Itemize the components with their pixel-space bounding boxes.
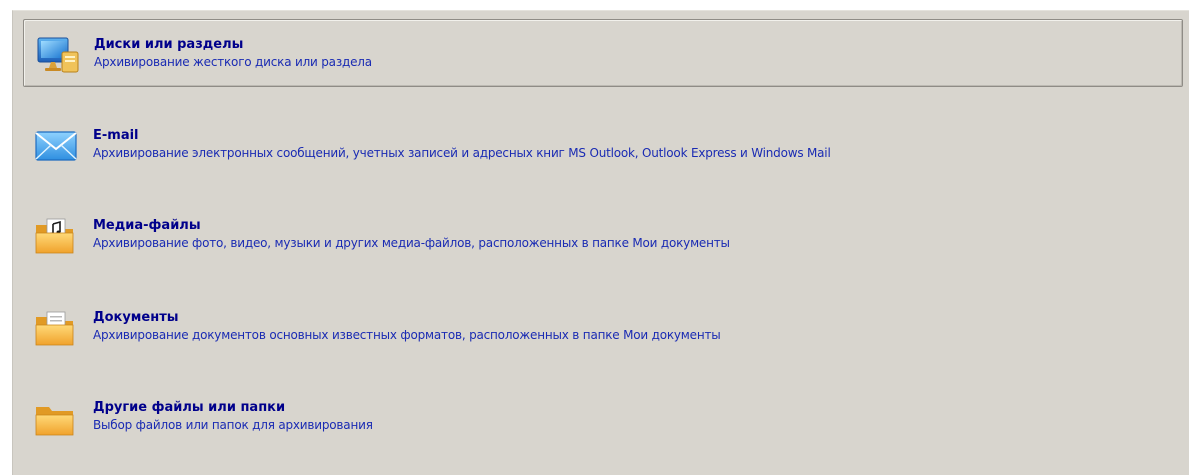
option-media-files[interactable]: Медиа-файлы Архивирование фото, видео, м… bbox=[23, 201, 1183, 269]
option-title: Медиа-файлы bbox=[93, 218, 201, 233]
option-title: Другие файлы или папки bbox=[93, 400, 286, 415]
option-description: Архивирование электронных сообщений, уче… bbox=[93, 146, 831, 160]
option-title: E-mail bbox=[93, 128, 139, 143]
option-email[interactable]: E-mail Архивирование электронных сообщен… bbox=[23, 111, 1183, 179]
backup-type-panel: Диски или разделы Архивирование жесткого… bbox=[12, 10, 1189, 475]
folder-icon bbox=[33, 397, 83, 439]
option-documents[interactable]: Документы Архивирование документов основ… bbox=[23, 293, 1183, 361]
media-folder-icon bbox=[33, 215, 83, 257]
option-description: Выбор файлов или папок для архивирования bbox=[93, 418, 373, 432]
option-title: Документы bbox=[93, 310, 179, 325]
envelope-icon bbox=[33, 125, 83, 167]
computer-monitor-icon bbox=[34, 34, 84, 76]
option-description: Архивирование документов основных извест… bbox=[93, 328, 721, 342]
option-title: Диски или разделы bbox=[94, 37, 244, 52]
option-other-files-folders[interactable]: Другие файлы или папки Выбор файлов или … bbox=[23, 383, 1183, 451]
option-description: Архивирование жесткого диска или раздела bbox=[94, 55, 372, 69]
documents-folder-icon bbox=[33, 307, 83, 349]
option-description: Архивирование фото, видео, музыки и друг… bbox=[93, 236, 730, 250]
option-disks-partitions[interactable]: Диски или разделы Архивирование жесткого… bbox=[23, 19, 1183, 87]
